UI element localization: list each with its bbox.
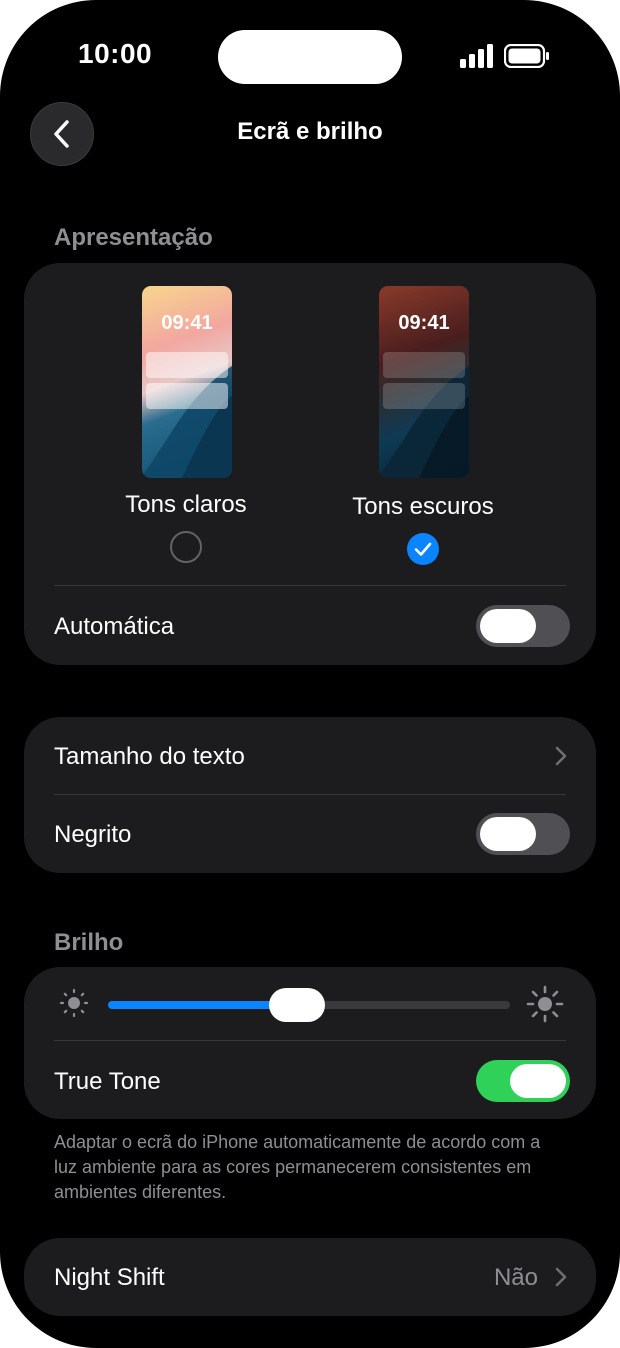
light-preview-time: 09:41 [161, 312, 213, 334]
dark-radio[interactable] [407, 533, 439, 565]
page-title: Ecrã e brilho [237, 118, 383, 145]
chevron-right-icon [555, 746, 567, 766]
true-tone-toggle[interactable] [476, 1060, 570, 1102]
appearance-section-title: Apresentação [54, 224, 213, 251]
brightness-slider[interactable] [108, 988, 510, 1022]
true-tone-footnote: Adaptar o ecrã do iPhone automaticamente… [54, 1132, 541, 1202]
text-size-label: Tamanho do texto [54, 743, 245, 770]
night-shift-row[interactable]: Night Shift Não [24, 1238, 596, 1316]
sun-small-icon [59, 988, 89, 1018]
dark-preview-time: 09:41 [398, 312, 450, 334]
text-card: Tamanho do texto Negrito [24, 717, 596, 873]
separator [54, 794, 566, 795]
brightness-section-title: Brilho [54, 929, 124, 956]
separator [54, 585, 566, 586]
status-time: 10:00 [78, 38, 153, 69]
chevron-right-icon [555, 1267, 567, 1287]
separator [54, 1040, 566, 1041]
automatic-label: Automática [54, 613, 175, 640]
battery-icon [504, 44, 549, 68]
dark-option-label: Tons escuros [352, 493, 494, 520]
night-shift-label: Night Shift [54, 1264, 165, 1291]
checkmark-icon [414, 542, 432, 556]
bold-toggle[interactable] [476, 813, 570, 855]
light-preview: 09:41 [142, 286, 232, 478]
light-option-label: Tons claros [125, 491, 247, 518]
bold-label: Negrito [54, 821, 132, 848]
light-radio[interactable] [170, 531, 202, 563]
appearance-card: 09:41 Tons claros 09:41 Tons escuros Aut… [24, 263, 596, 665]
sun-large-icon [526, 985, 564, 1023]
dynamic-island [218, 30, 402, 84]
automatic-toggle[interactable] [476, 605, 570, 647]
brightness-card: True Tone [24, 967, 596, 1119]
signal-icon [460, 44, 493, 68]
night-shift-value: Não [493, 1264, 538, 1291]
true-tone-label: True Tone [54, 1068, 161, 1095]
phone-screen: 10:00 Ecrã e brilho Apresentação 09:41 T… [0, 0, 620, 1348]
brightness-slider-thumb[interactable] [268, 988, 325, 1022]
dark-preview: 09:41 [379, 286, 469, 478]
